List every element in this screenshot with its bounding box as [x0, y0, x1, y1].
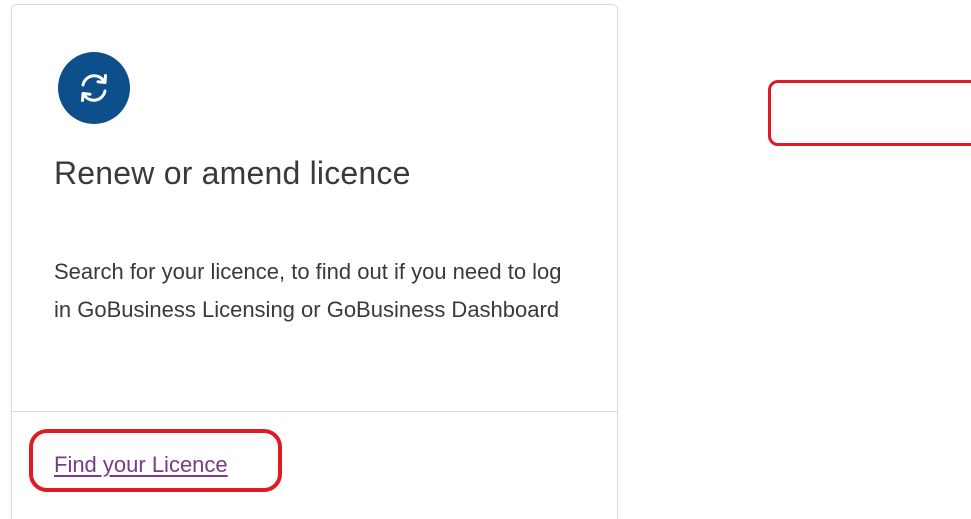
card-divider	[12, 411, 617, 412]
highlight-annotation-box	[768, 80, 971, 146]
page: Renew or amend licence Search for your l…	[0, 0, 971, 519]
renew-arrows-icon	[58, 52, 130, 124]
renew-licence-card: Renew or amend licence Search for your l…	[11, 4, 618, 519]
card-description: Search for your licence, to find out if …	[54, 259, 562, 322]
card-title: Renew or amend licence	[54, 155, 411, 191]
find-your-licence-link[interactable]: Find your Licence	[54, 452, 228, 478]
